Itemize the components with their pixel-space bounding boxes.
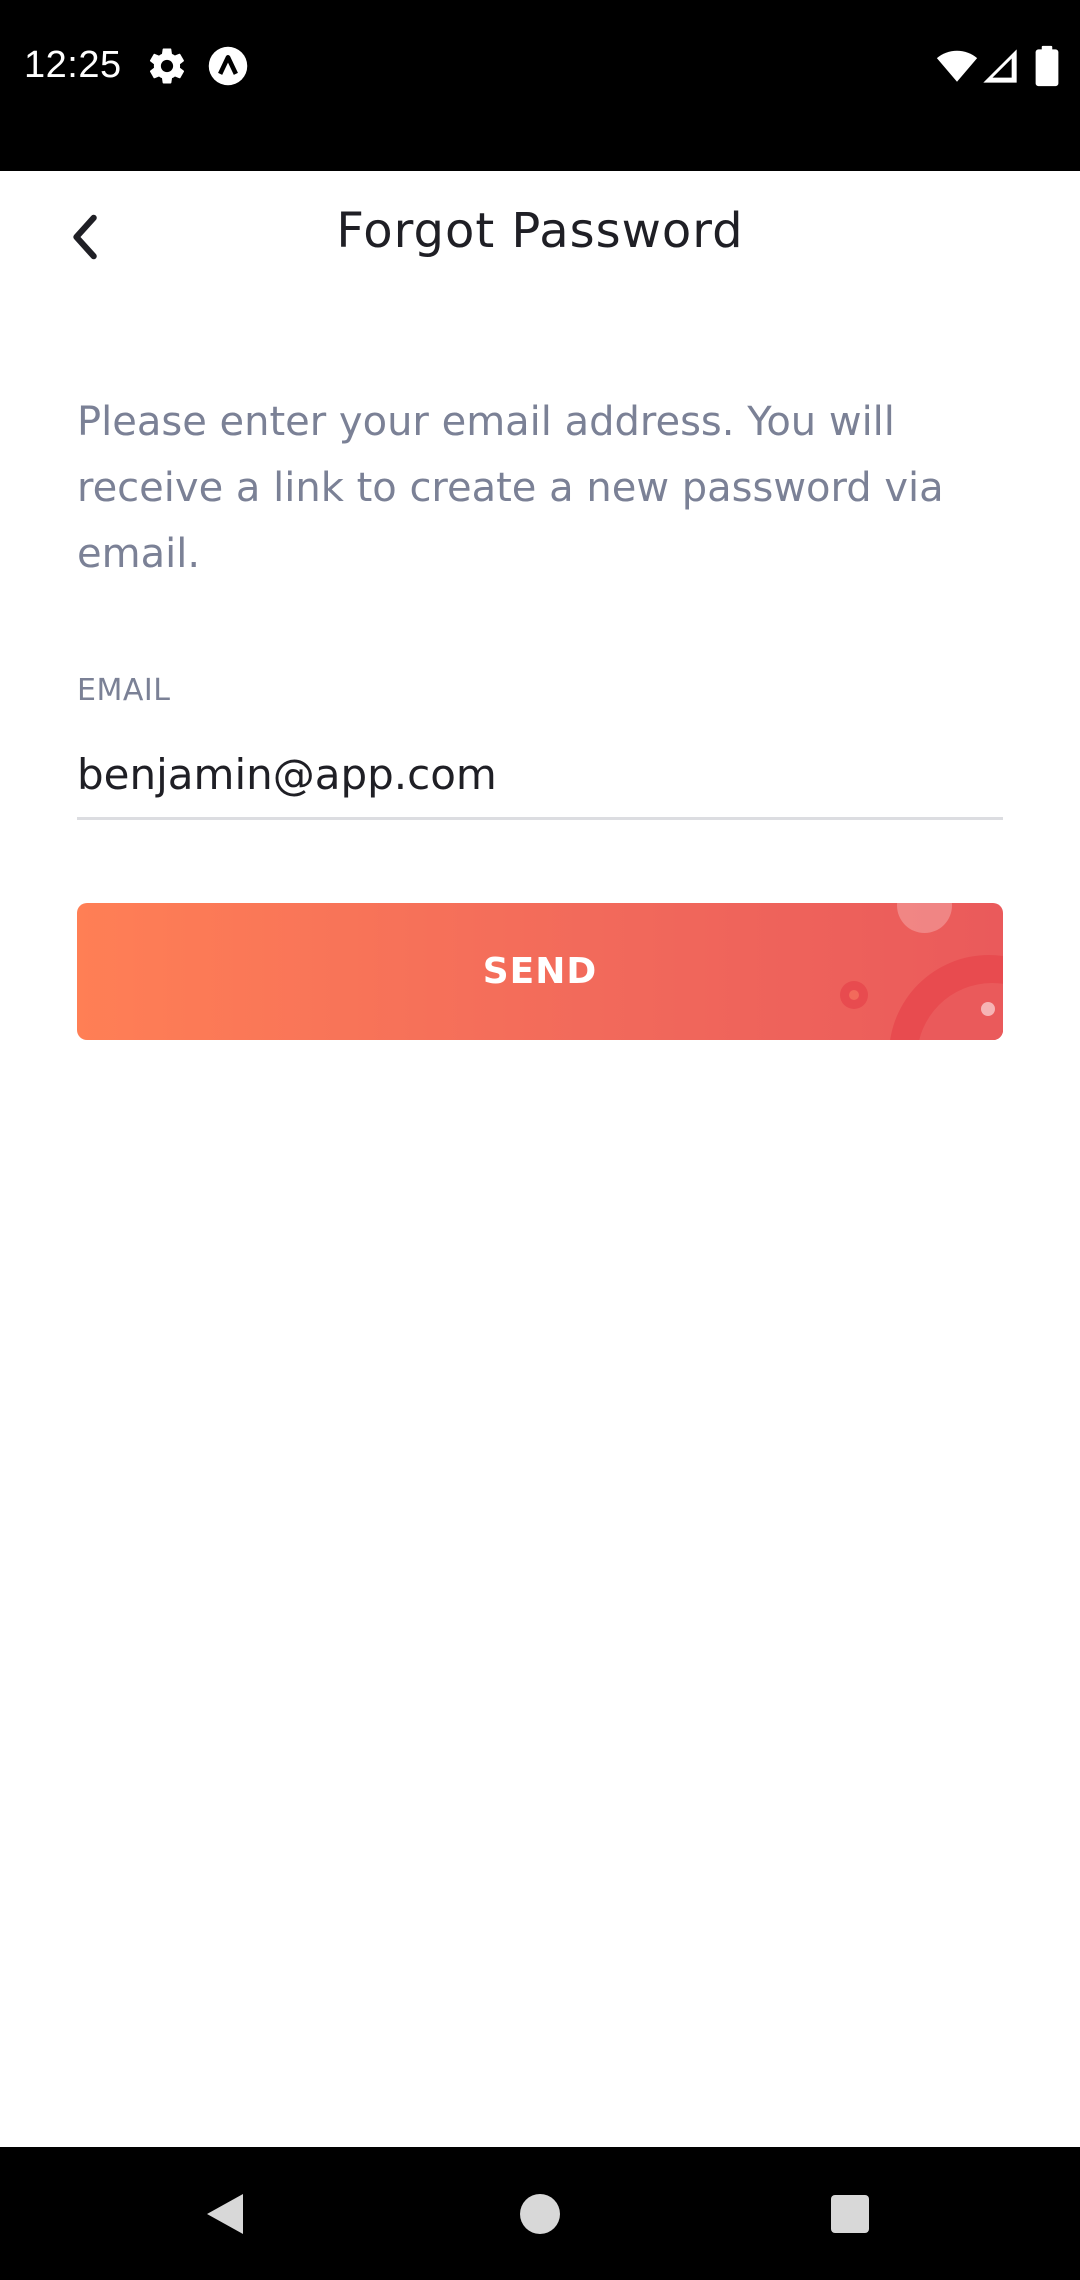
nav-back-button[interactable] (180, 2169, 270, 2259)
send-button[interactable]: SEND (77, 903, 1003, 1040)
instructions-text: Please enter your email address. You wil… (77, 399, 944, 577)
system-nav-bar (0, 2147, 1080, 2280)
cellular-signal-icon (980, 45, 1020, 87)
app-notification-icon (207, 45, 249, 87)
decorative-dot (849, 990, 859, 1000)
status-time: 12:25 (24, 44, 122, 86)
device-frame: 12:25 Forgot Password Please enter your … (0, 0, 1080, 2280)
decorative-small-dot (981, 1002, 995, 1016)
nav-home-button[interactable] (495, 2169, 585, 2259)
email-field[interactable] (77, 731, 1003, 820)
home-circle-icon (520, 2194, 560, 2234)
send-button-label: SEND (482, 951, 598, 992)
status-bar: 12:25 (0, 0, 1080, 171)
recents-square-icon (831, 2195, 869, 2233)
gear-icon (146, 45, 188, 87)
forgot-password-screen: Forgot Password Please enter your email … (0, 171, 1080, 2147)
battery-icon (1034, 45, 1060, 87)
back-triangle-icon (207, 2194, 243, 2234)
page-title: Forgot Password (336, 203, 744, 259)
nav-recents-button[interactable] (805, 2169, 895, 2259)
wifi-icon (935, 45, 979, 87)
decorative-bubble (897, 903, 952, 933)
email-label: EMAIL (77, 673, 171, 708)
